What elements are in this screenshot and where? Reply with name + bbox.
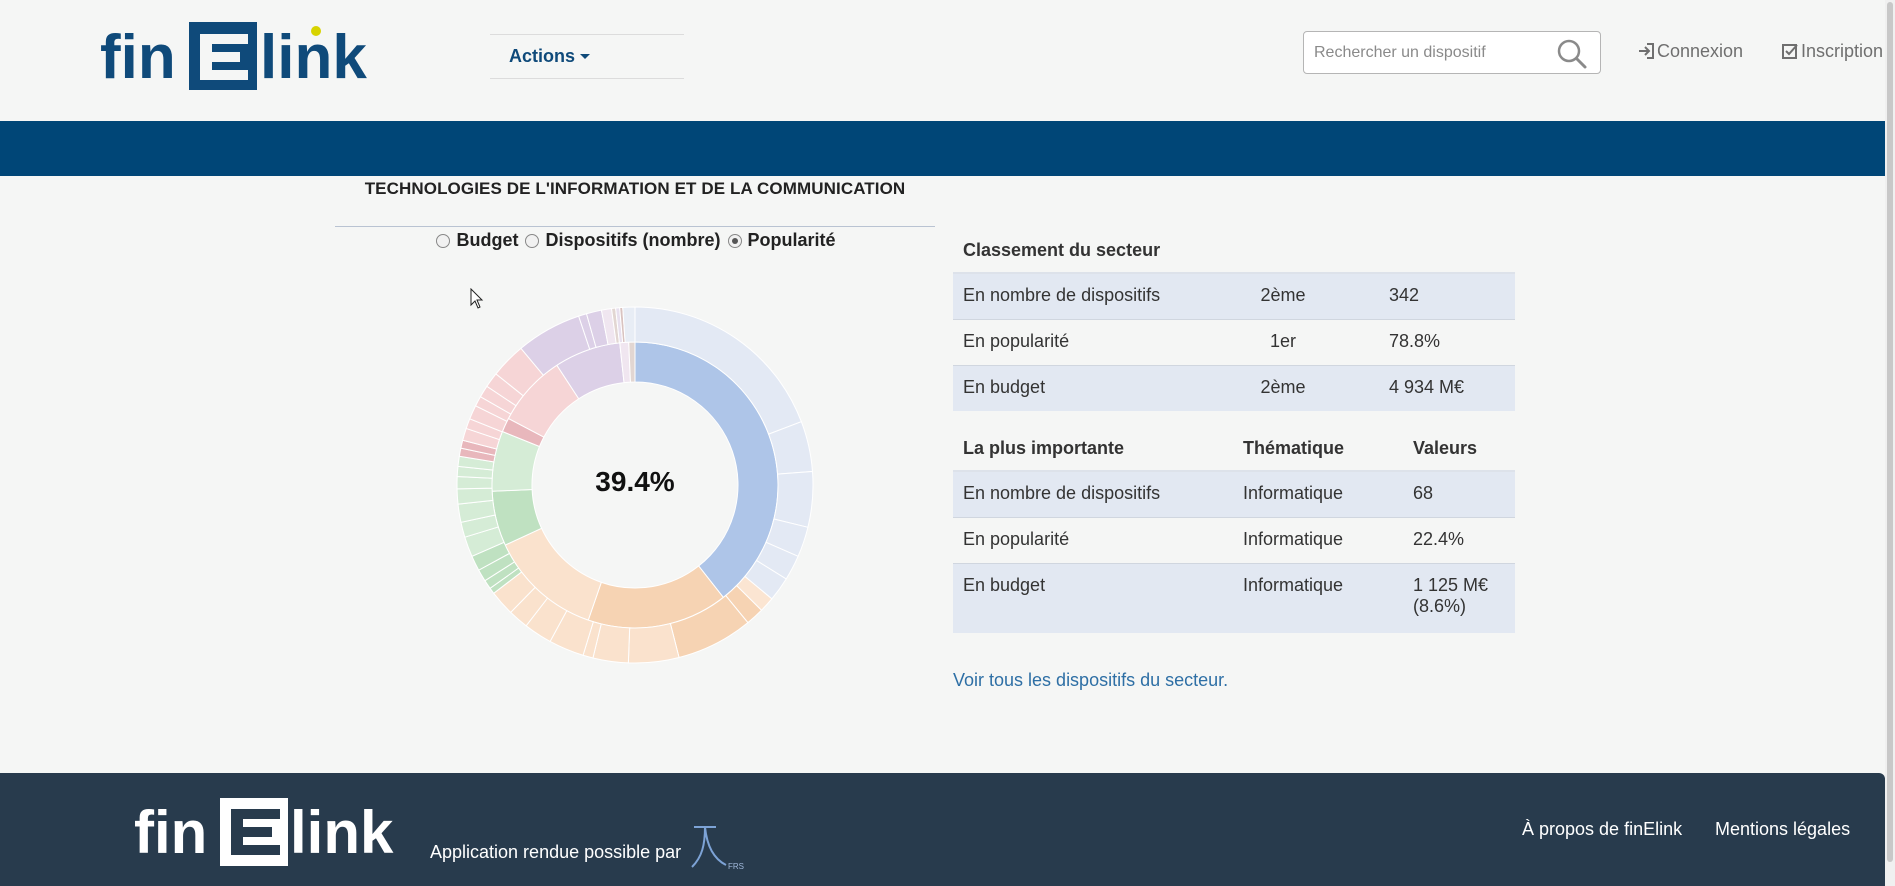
row-value: 22.4%	[1403, 516, 1515, 563]
row-label: En nombre de dispositifs	[953, 272, 1233, 319]
actions-label: Actions	[509, 46, 576, 66]
radio-budget-label: Budget	[456, 230, 519, 250]
row-label: En budget	[953, 364, 1233, 411]
frs-logo-text: FRS	[728, 862, 744, 871]
radio-popularite[interactable]: Popularité	[726, 230, 836, 251]
row-value: 342	[1333, 272, 1515, 319]
actions-dropdown-button[interactable]: Actions	[509, 46, 591, 67]
login-label: Connexion	[1657, 41, 1744, 61]
row-rank: 1er	[1233, 318, 1333, 365]
all-sector-devices-link[interactable]: Voir tous les dispositifs du secteur.	[953, 670, 1228, 691]
signup-label: Inscription	[1801, 41, 1884, 61]
powered-by-text: Application rendue possible par	[430, 842, 682, 862]
radio-budget[interactable]: Budget	[434, 230, 518, 251]
outer-slice[interactable]	[622, 306, 636, 343]
row-label: En popularité	[953, 318, 1233, 365]
header-band	[0, 121, 1885, 176]
outer-slice[interactable]	[627, 622, 680, 664]
actions-menu: Actions	[490, 34, 684, 79]
table-row: En nombre de dispositifs 2ème 342	[953, 272, 1515, 319]
row-rank: 2ème	[1233, 272, 1333, 319]
finelink-footer-logo[interactable]: fin link	[134, 797, 406, 867]
footer-logo-text-link: link	[290, 799, 394, 866]
radio-dispositifs-label: Dispositifs (nombre)	[545, 230, 721, 250]
metric-radio-group: Budget Dispositifs (nombre) Popularité	[335, 230, 935, 253]
title-divider	[335, 226, 935, 227]
col-header-thematique: Thématique	[1233, 427, 1403, 472]
row-label: En nombre de dispositifs	[953, 470, 1233, 517]
login-icon	[1639, 43, 1654, 59]
row-value-main: 1 125 M€	[1413, 574, 1489, 595]
mouse-pointer-icon	[470, 288, 484, 309]
ranking-heading: Classement du secteur	[953, 229, 1515, 274]
scrollbar-thumb[interactable]	[1887, 2, 1893, 862]
row-rank: 2ème	[1233, 364, 1333, 411]
footer-logo-text-fin: fin	[134, 799, 207, 866]
radio-button-unchecked[interactable]	[436, 233, 451, 248]
col-header-importante: La plus importante	[953, 427, 1233, 472]
col-header-valeurs: Valeurs	[1403, 427, 1515, 472]
table-row: En nombre de dispositifs Informatique 68	[953, 470, 1515, 517]
radio-popularite-label: Popularité	[747, 230, 836, 250]
table-row: En popularité 1er 78.8%	[953, 318, 1515, 365]
sector-stats: Classement du secteur En nombre de dispo…	[953, 229, 1515, 633]
row-value: 68	[1403, 470, 1515, 517]
search-input[interactable]	[1314, 41, 1554, 65]
row-theme: Informatique	[1233, 562, 1403, 633]
row-label: En popularité	[953, 516, 1233, 563]
checkbox-edit-icon	[1782, 44, 1798, 59]
ranking-table: Classement du secteur En nombre de dispo…	[953, 229, 1515, 411]
row-value: 78.8%	[1333, 318, 1515, 365]
row-theme: Informatique	[1233, 470, 1403, 517]
row-value-percent: (8.6%)	[1413, 595, 1467, 616]
table-row: En budget Informatique 1 125 M€ (8.6%)	[953, 562, 1515, 633]
table-row: En popularité Informatique 22.4%	[953, 516, 1515, 563]
signup-link[interactable]: Inscription	[1782, 41, 1883, 62]
legal-mentions-link[interactable]: Mentions légales	[1715, 819, 1850, 840]
row-value: 1 125 M€ (8.6%)	[1403, 562, 1515, 633]
radio-button-checked[interactable]	[727, 233, 742, 248]
frs-partner-logo[interactable]: FRS	[690, 825, 748, 871]
row-value: 4 934 M€	[1333, 364, 1515, 411]
top-theme-table: La plus importante Thématique Valeurs En…	[953, 427, 1515, 633]
row-label: En budget	[953, 562, 1233, 633]
sector-title: TECHNOLOGIES DE L'INFORMATION ET DE LA C…	[364, 179, 906, 198]
about-link[interactable]: À propos de finElink	[1522, 819, 1682, 840]
finelink-logo[interactable]: fin link	[100, 20, 380, 92]
caret-down-icon	[580, 53, 591, 59]
chart-center-value: 39.4%	[595, 466, 675, 497]
table-row: En budget 2ème 4 934 M€	[953, 364, 1515, 411]
radio-dispositifs[interactable]: Dispositifs (nombre)	[523, 230, 721, 251]
search-box	[1303, 31, 1601, 74]
site-footer: fin link Application rendue possible par…	[0, 773, 1885, 886]
radio-button-unchecked[interactable]	[525, 233, 540, 248]
site-header: fin link Actions Connexion Inscription	[0, 0, 1885, 121]
search-icon[interactable]	[1556, 38, 1588, 70]
outer-slice[interactable]	[773, 470, 814, 528]
login-link[interactable]: Connexion	[1638, 41, 1743, 62]
logo-text-fin: fin	[100, 23, 176, 92]
row-theme: Informatique	[1233, 516, 1403, 563]
